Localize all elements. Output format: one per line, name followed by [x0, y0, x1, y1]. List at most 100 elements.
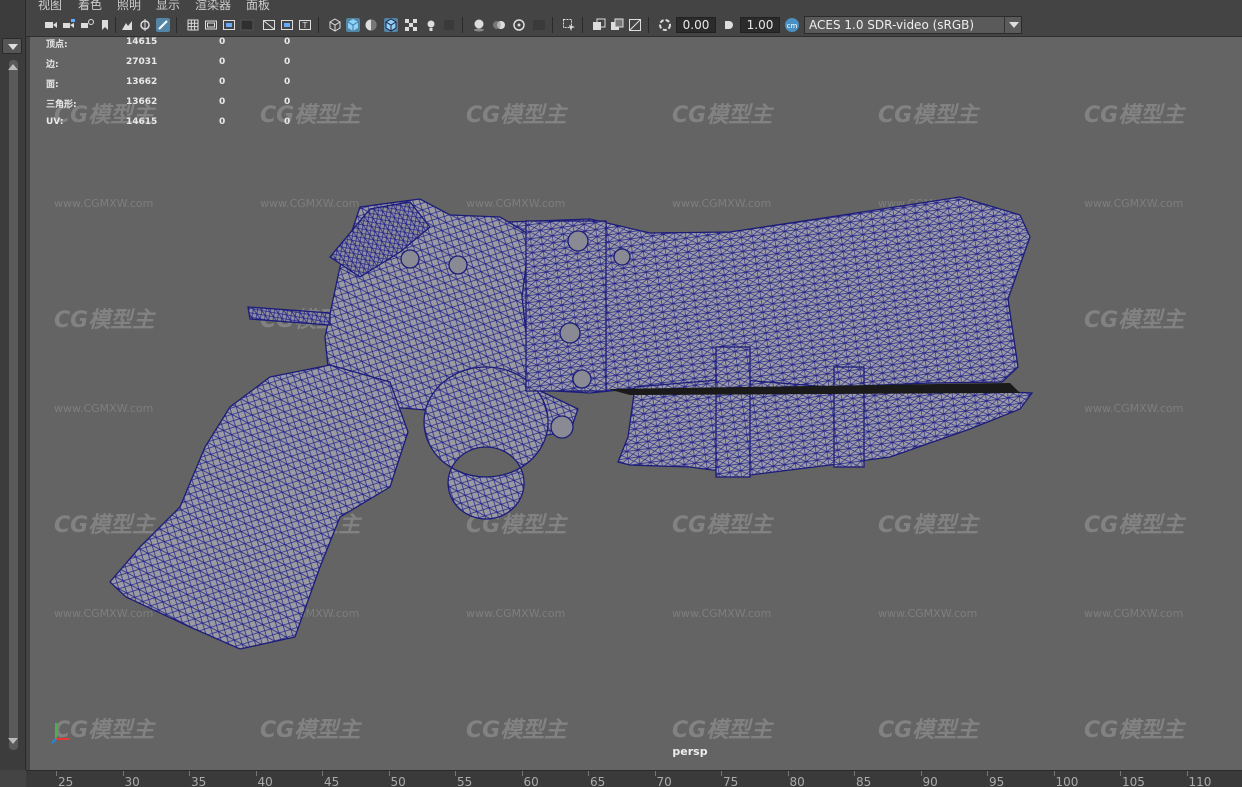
panel-toolbar: T 0.00 1.00 cm ACES 1.0 SDR-video (sRGB) — [26, 13, 1242, 37]
view-transform-dropdown[interactable]: ACES 1.0 SDR-video (sRGB) — [804, 16, 1022, 34]
select-camera-icon[interactable] — [44, 18, 58, 32]
time-tick-label: 25 — [58, 775, 74, 787]
panel-dropdown-button[interactable] — [2, 38, 22, 54]
time-tick — [721, 771, 722, 776]
time-tick-label: 65 — [590, 775, 606, 787]
depth-of-field-icon[interactable] — [532, 18, 546, 32]
shadows-icon[interactable] — [442, 18, 456, 32]
use-all-lights-icon[interactable] — [424, 18, 438, 32]
exposure-field[interactable]: 0.00 — [676, 17, 716, 33]
time-tick — [521, 771, 523, 776]
svg-text:T: T — [302, 21, 308, 30]
time-slider[interactable]: 25 30 35 40 45 50 55 60 65 70 75 80 85 90 95 100 105 110 — [26, 770, 1242, 787]
screw-6 — [572, 369, 592, 389]
scroll-down-arrow-icon[interactable] — [8, 738, 18, 744]
svg-text:cm: cm — [787, 22, 798, 30]
time-tick-label: 40 — [257, 775, 273, 787]
default-material-icon[interactable] — [364, 18, 378, 32]
chevron-down-icon[interactable] — [1004, 16, 1022, 34]
menu-lighting[interactable]: 照明 — [117, 0, 141, 13]
hud-selected: 0 — [219, 117, 226, 127]
screen-space-ao-icon[interactable] — [472, 18, 486, 32]
xray-joints-icon[interactable] — [610, 18, 624, 32]
menu-show[interactable]: 显示 — [156, 0, 180, 13]
left-scrollbar[interactable] — [9, 60, 18, 750]
view-axis-gizmo — [50, 717, 80, 747]
time-tick-label: 35 — [191, 775, 207, 787]
time-tick — [189, 771, 190, 776]
textured-icon[interactable] — [404, 18, 418, 32]
safe-action-icon[interactable] — [280, 18, 294, 32]
time-tick-label: 90 — [922, 775, 938, 787]
menu-panels[interactable]: 面板 — [246, 0, 270, 13]
hud-uv: 0 — [284, 37, 291, 47]
bookmark-icon[interactable] — [80, 18, 94, 32]
time-tick — [56, 771, 57, 776]
time-tick-label: 70 — [656, 775, 672, 787]
time-tick — [388, 771, 390, 776]
perspective-viewport[interactable]: CG模型主 www.CGMXW.com CG模型主 www.CGMXW.com CG模型… — [30, 37, 1242, 770]
screw-3 — [550, 415, 574, 439]
time-tick — [1053, 771, 1055, 776]
left-side-panel — [0, 0, 26, 770]
smooth-shade-icon[interactable] — [346, 18, 360, 32]
time-tick — [322, 771, 323, 776]
menu-renderer[interactable]: 渲染器 — [195, 0, 231, 13]
motion-blur-icon[interactable] — [492, 18, 506, 32]
exposure-icon[interactable] — [658, 18, 672, 32]
isolate-select-icon[interactable] — [562, 18, 576, 32]
time-tick — [1186, 771, 1188, 776]
gate-mask-icon[interactable] — [240, 18, 254, 32]
gamma-icon[interactable] — [722, 18, 736, 32]
hud-uv: 0 — [284, 97, 291, 107]
panel-menu-bar: 视图 着色 照明 显示 渲染器 面板 — [26, 0, 1242, 13]
screw-7 — [613, 248, 631, 266]
time-tick-label: 55 — [457, 775, 473, 787]
time-tick — [854, 771, 855, 776]
wireframe-on-shaded-icon[interactable] — [384, 18, 398, 32]
time-tick-label: 95 — [989, 775, 1005, 787]
hud-uv: 0 — [284, 57, 291, 67]
scroll-up-arrow-icon[interactable] — [8, 64, 18, 70]
pan-zoom-target-icon[interactable] — [138, 18, 152, 32]
time-tick-label: 30 — [124, 775, 140, 787]
anti-aliasing-icon[interactable] — [512, 18, 526, 32]
time-tick-label: 110 — [1188, 775, 1212, 787]
resolution-gate-icon[interactable] — [222, 18, 236, 32]
image-plane-icon[interactable] — [98, 18, 112, 32]
hud-selected: 0 — [219, 57, 226, 67]
wireframe-gun-model[interactable] — [30, 37, 1242, 770]
xray-icon[interactable] — [592, 18, 606, 32]
hud-total: 13662 — [126, 97, 158, 107]
screw-4 — [448, 255, 468, 275]
camera-attributes-icon[interactable] — [62, 18, 76, 32]
time-tick — [987, 771, 988, 776]
view-transform-label: ACES 1.0 SDR-video (sRGB) — [809, 18, 975, 32]
time-tick — [255, 771, 257, 776]
wireframe-icon[interactable] — [328, 18, 342, 32]
cylinder-block-mesh — [525, 220, 607, 392]
time-tick — [588, 771, 589, 776]
grid-icon[interactable] — [186, 18, 200, 32]
screw-5 — [400, 249, 420, 269]
grip-mesh — [109, 364, 409, 650]
menu-shading[interactable]: 着色 — [78, 0, 102, 13]
menu-view[interactable]: 视图 — [38, 0, 62, 13]
time-tick-label: 75 — [723, 775, 739, 787]
hud-label: 边: — [46, 60, 59, 70]
2d-pan-zoom-icon[interactable] — [120, 18, 134, 32]
safe-title-icon[interactable]: T — [298, 18, 312, 32]
color-management-icon[interactable]: cm — [784, 17, 800, 33]
field-chart-icon[interactable] — [262, 18, 276, 32]
hud-label: UV: — [46, 117, 64, 127]
time-tick-label: 100 — [1055, 775, 1079, 787]
film-gate-icon[interactable] — [204, 18, 218, 32]
hud-selected: 0 — [219, 37, 226, 47]
time-tick-label: 80 — [789, 775, 805, 787]
hud-label: 顶点: — [46, 40, 68, 50]
xray-components-icon[interactable] — [628, 18, 642, 32]
time-tick-label: 85 — [856, 775, 872, 787]
hud-total: 14615 — [126, 117, 158, 127]
grease-pencil-icon[interactable] — [156, 18, 170, 32]
gamma-field[interactable]: 1.00 — [740, 17, 780, 33]
